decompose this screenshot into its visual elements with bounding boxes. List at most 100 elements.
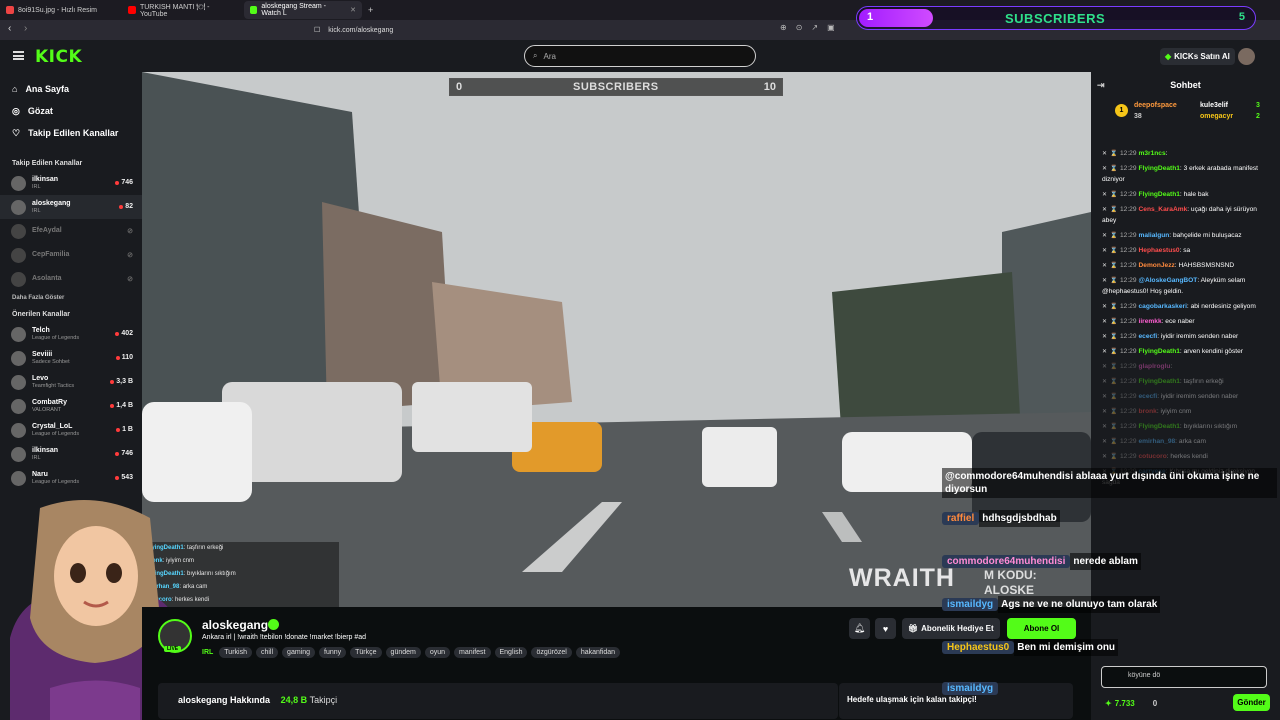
live-dot-icon bbox=[119, 204, 124, 209]
send-button[interactable]: Gönder bbox=[1233, 694, 1270, 711]
channel-item[interactable]: CepFamilia ⊘ bbox=[0, 243, 142, 267]
kick-logo[interactable]: KICK bbox=[35, 47, 82, 67]
leader-name-1[interactable]: deepofspace bbox=[1134, 102, 1177, 109]
stream-tag[interactable]: Turkish bbox=[219, 647, 252, 658]
zoom-icon[interactable]: ⊕ bbox=[780, 23, 787, 32]
chat-username[interactable]: ececfi bbox=[1139, 333, 1158, 340]
chat-username[interactable]: cotucoro bbox=[1139, 453, 1167, 460]
overlay-message: raffiel hdhsgdjsbdhab bbox=[942, 510, 1277, 527]
chat-username[interactable]: FlyingDeath1 bbox=[1139, 165, 1180, 172]
live-dot-icon bbox=[115, 355, 120, 360]
channel-item[interactable]: ilkinsan IRL 746 bbox=[0, 442, 142, 466]
gift-sub-button[interactable]: 🎁︎ Abonelik Hediye Et bbox=[902, 618, 1000, 639]
channel-item[interactable]: CombatRy VALORANT 1,4 B bbox=[0, 394, 142, 418]
channel-item[interactable]: aloskegang IRL 82 bbox=[0, 195, 142, 219]
nav-label: Ana Sayfa bbox=[25, 84, 69, 94]
collapse-chat-icon[interactable]: ⇥ bbox=[1097, 80, 1105, 91]
channel-item[interactable]: Seviiii Sadece Sohbet 110 bbox=[0, 346, 142, 370]
stream-category[interactable]: IRL bbox=[202, 649, 213, 656]
video-sub-left: 0 bbox=[456, 81, 463, 93]
stream-tag[interactable]: özgürözel bbox=[531, 647, 572, 658]
bookmark-icon[interactable]: ☐ bbox=[314, 26, 320, 34]
about-section[interactable]: aloskegang Hakkında 24,8 B Takipçi bbox=[158, 683, 838, 719]
chat-username[interactable]: bronk bbox=[1139, 408, 1157, 415]
menu-icon[interactable] bbox=[13, 51, 24, 60]
kicks-label: KICKs Satın Al bbox=[1174, 52, 1230, 61]
chat-timestamp: 12:29 bbox=[1120, 453, 1137, 460]
browser-tab-2[interactable]: TURKISH MANTI 🍽 - YouTube bbox=[122, 1, 244, 19]
back-icon[interactable]: ‹ bbox=[8, 23, 11, 34]
chat-timestamp: 12:29 bbox=[1120, 438, 1137, 445]
stream-tag[interactable]: Türkçe bbox=[350, 647, 382, 658]
heart-follow-icon[interactable]: ♥ bbox=[875, 618, 896, 639]
search-input[interactable]: ⌕ Ara bbox=[524, 45, 756, 67]
screenshot-icon[interactable]: ▣ bbox=[827, 23, 835, 32]
close-tab-icon[interactable]: ✕ bbox=[350, 6, 356, 14]
leader-name-3[interactable]: omegacyr bbox=[1200, 113, 1233, 120]
channel-text: Levo Teamfight Tactics bbox=[32, 375, 74, 389]
chat-username[interactable]: Hephaestus0 bbox=[1139, 247, 1180, 254]
chat-username[interactable]: malialgun bbox=[1139, 232, 1170, 239]
chat-username[interactable]: emirhan_98 bbox=[1139, 438, 1176, 445]
sub-badge-icon: ⌛ bbox=[1110, 409, 1118, 415]
new-tab-button[interactable]: + bbox=[368, 5, 373, 15]
channel-name[interactable]: aloskegang bbox=[202, 618, 268, 632]
browser-tab-1[interactable]: 8oi91Su.jpg - Hızlı Resim bbox=[0, 1, 122, 19]
chat-username[interactable]: DemonJezz bbox=[1139, 262, 1175, 269]
nav-home[interactable]: ⌂ Ana Sayfa bbox=[0, 78, 142, 100]
mod-badge-icon: ✕ bbox=[1102, 454, 1108, 460]
subscribe-button[interactable]: Abone Ol bbox=[1007, 618, 1076, 639]
channel-avatar bbox=[11, 247, 26, 263]
chat-username[interactable]: glaplroglu bbox=[1139, 363, 1171, 370]
user-avatar[interactable] bbox=[1238, 48, 1255, 65]
kicks-buy-button[interactable]: ◆ KICKs Satın Al bbox=[1160, 48, 1235, 65]
mod-badge-icon: ✕ bbox=[1102, 439, 1108, 445]
leader-name-2[interactable]: kule3elif bbox=[1200, 102, 1228, 109]
stream-tag[interactable]: manifest bbox=[454, 647, 491, 658]
forward-icon[interactable]: › bbox=[24, 23, 27, 34]
stream-tag[interactable]: oyun bbox=[424, 647, 451, 658]
stream-tag[interactable]: funny bbox=[319, 647, 347, 658]
offline-icon: ⊘ bbox=[127, 276, 133, 283]
channel-item[interactable]: Crystal_LoL League of Legends 1 B bbox=[0, 418, 142, 442]
mod-badge-icon: ✕ bbox=[1102, 278, 1108, 284]
chat-username[interactable]: cagobarkaskeri bbox=[1139, 303, 1187, 310]
channel-item[interactable]: EfeAydal ⊘ bbox=[0, 219, 142, 243]
channel-item[interactable]: Levo Teamfight Tactics 3,3 B bbox=[0, 370, 142, 394]
url-bar[interactable]: ☐ kick.com/aloskegang bbox=[310, 22, 850, 38]
channel-category: IRL bbox=[32, 208, 41, 214]
chat-username[interactable]: FlyingDeath1 bbox=[1139, 191, 1180, 198]
stream-tag[interactable]: hakanfidan bbox=[575, 647, 621, 658]
chat-username[interactable]: Cens_KaraAmk bbox=[1139, 206, 1188, 213]
mod-badge-icon: ✕ bbox=[1102, 192, 1108, 198]
stream-tag[interactable]: English bbox=[494, 647, 528, 658]
chat-username[interactable]: ececfi bbox=[1139, 393, 1158, 400]
image-favicon-icon bbox=[6, 6, 14, 14]
chat-username[interactable]: FlyingDeath1 bbox=[1139, 348, 1180, 355]
viewer-count: 402 bbox=[115, 330, 133, 337]
show-more-link[interactable]: Daha Fazla Göster bbox=[0, 295, 142, 301]
nav-browse[interactable]: ◎ Gözat bbox=[0, 100, 142, 122]
browser-tab-3[interactable]: aloskegang Stream - Watch L ✕ bbox=[244, 1, 362, 19]
channel-category: IRL bbox=[32, 184, 41, 190]
chat-message: ✕ ⌛ 12:29 emirhan_98: arka cam bbox=[1091, 434, 1280, 449]
chat-username[interactable]: iiremkk bbox=[1139, 318, 1162, 325]
channel-item[interactable]: Asolanta ⊘ bbox=[0, 267, 142, 291]
channel-item[interactable]: Naru League of Legends 543 bbox=[0, 466, 142, 490]
chat-username[interactable]: FlyingDeath1 bbox=[1139, 378, 1180, 385]
chat-username[interactable]: m3r1ncs bbox=[1139, 150, 1166, 157]
channel-item[interactable]: ilkinsan IRL 746 bbox=[0, 171, 142, 195]
chat-text: : arka cam bbox=[1175, 438, 1206, 445]
nav-following[interactable]: ♡ Takip Edilen Kanallar bbox=[0, 122, 142, 144]
translate-icon[interactable]: ⊙ bbox=[796, 23, 803, 32]
notification-bell-icon[interactable]: 🔔︎ bbox=[849, 618, 870, 639]
channel-category: League of Legends bbox=[32, 431, 80, 437]
chat-username[interactable]: @AloskeGangBOT bbox=[1139, 277, 1198, 284]
share-icon[interactable]: ↗ bbox=[811, 23, 818, 32]
stream-tag[interactable]: gaming bbox=[282, 647, 316, 658]
channel-item[interactable]: Telch League of Legends 402 bbox=[0, 322, 142, 346]
chat-text: : herkes kendi bbox=[1166, 453, 1208, 460]
stream-tag[interactable]: chill bbox=[255, 647, 279, 658]
stream-tag[interactable]: gündem bbox=[385, 647, 421, 658]
chat-username[interactable]: FlyingDeath1 bbox=[1139, 423, 1180, 430]
